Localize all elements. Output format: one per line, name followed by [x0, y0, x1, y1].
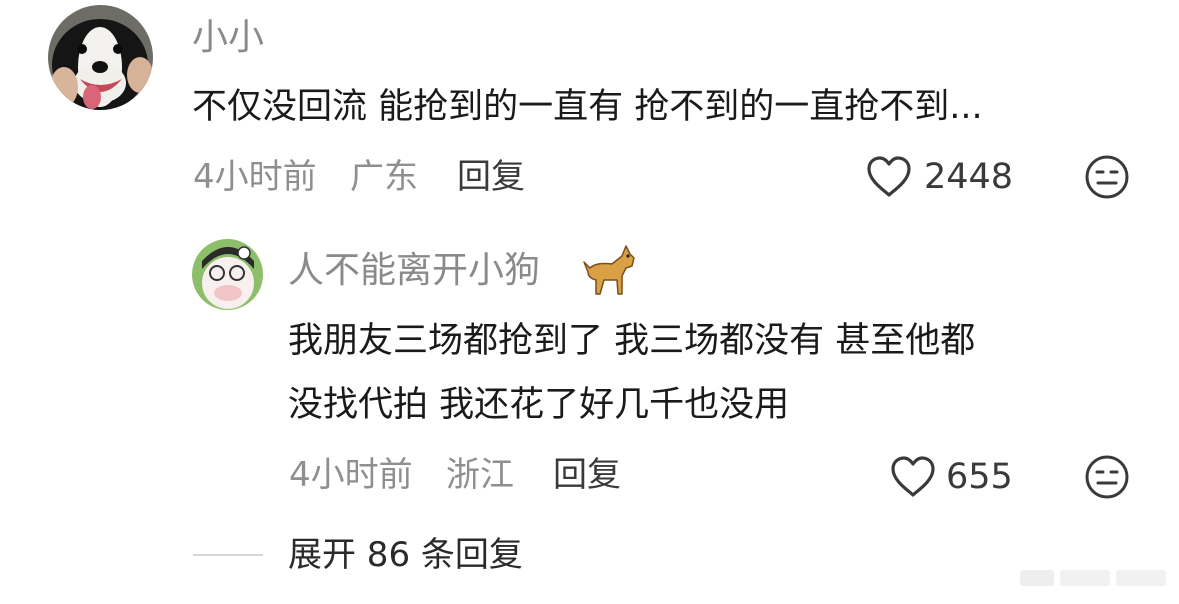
dog-photo-avatar: [48, 5, 153, 110]
reply-location: 浙江: [446, 455, 514, 495]
reply-text-line-1: 我朋友三场都抢到了 我三场都没有 甚至他都: [288, 321, 976, 361]
comment-reply-button[interactable]: 回复: [457, 160, 525, 194]
comment-time: 4小时前: [193, 157, 317, 197]
heart-outline-icon: [891, 456, 935, 497]
reply-reply-button[interactable]: 回复: [553, 458, 621, 492]
reply-author-avatar[interactable]: [192, 239, 263, 310]
reply-time: 4小时前: [289, 455, 413, 495]
reply-like-button[interactable]: [889, 455, 937, 499]
cartoon-avatar: [192, 239, 263, 310]
commenter-avatar[interactable]: [48, 5, 153, 110]
watermark-logo: [1018, 560, 1170, 596]
comment-location: 广东: [350, 157, 418, 197]
dog-emoji-icon: [582, 242, 636, 298]
like-button[interactable]: [865, 155, 913, 199]
reply-like-count: 655: [946, 457, 1013, 497]
dislike-button[interactable]: [1084, 154, 1130, 200]
meh-face-icon: [1085, 155, 1129, 199]
expand-divider: [193, 554, 263, 556]
like-count: 2448: [924, 157, 1014, 197]
expand-replies-button[interactable]: 展开 86 条回复: [288, 538, 523, 572]
commenter-name[interactable]: 小小: [192, 20, 264, 56]
comment-text: 不仅没回流 能抢到的一直有 抢不到的一直抢不到...: [192, 87, 983, 127]
reply-text-line-2: 没找代拍 我还花了好几千也没用: [288, 385, 790, 425]
reply-author-name[interactable]: 人不能离开小狗: [288, 253, 540, 289]
meh-face-icon: [1085, 455, 1129, 499]
reply-dislike-button[interactable]: [1084, 454, 1130, 500]
heart-outline-icon: [867, 156, 911, 197]
